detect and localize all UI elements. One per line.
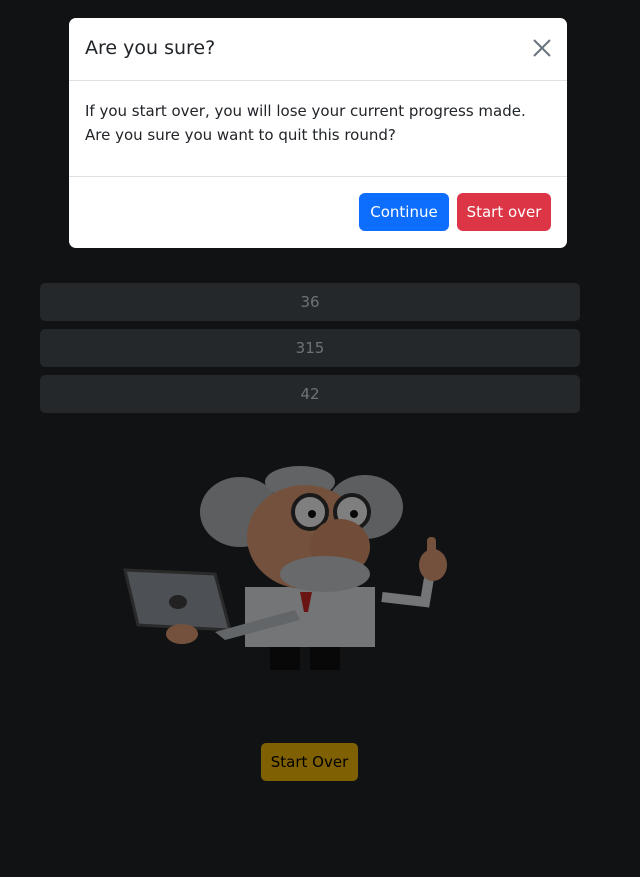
confirm-start-over-button[interactable]: Start over xyxy=(457,193,551,231)
continue-button[interactable]: Continue xyxy=(359,193,449,231)
confirm-dialog: Are you sure? If you start over, you wil… xyxy=(69,18,567,248)
close-icon[interactable] xyxy=(531,37,553,59)
modal-footer: Continue Start over xyxy=(69,177,567,247)
modal-title: Are you sure? xyxy=(85,37,216,59)
modal-header: Are you sure? xyxy=(69,18,567,81)
modal-body: If you start over, you will lose your cu… xyxy=(69,81,567,177)
